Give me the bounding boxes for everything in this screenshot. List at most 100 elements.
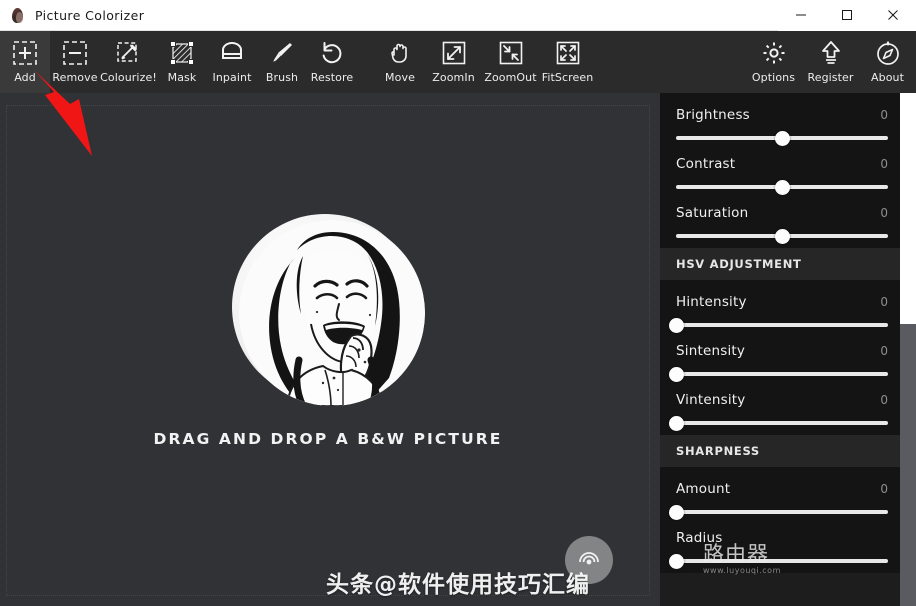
toolbar-label-brush: Brush [265,71,299,84]
toolbar-button-colourize[interactable]: Colourize! [100,31,157,93]
toolbar-right-group: Options Register About [745,31,916,93]
slider-saturation-label: Saturation [676,205,749,221]
sidebar-scrollbar-thumb[interactable] [900,93,916,324]
close-button[interactable] [870,0,916,31]
image-canvas-area[interactable]: DRAG AND DROP A B&W PICTURE [0,93,660,606]
slider-contrast-track[interactable] [676,179,888,195]
slider-vintensity[interactable]: Vintensity 0 [660,380,916,431]
slider-vintensity-head: Vintensity 0 [676,392,888,408]
toolbar-label-register: Register [807,71,854,84]
maximize-icon [842,10,852,20]
window-title: Picture Colorizer [35,7,145,23]
picture-colorizer-window: Picture Colorizer Add Remove Colourize! … [0,0,916,606]
slider-brightness[interactable]: Brightness 0 [660,95,916,146]
minimize-button[interactable] [778,0,824,31]
toolbar-button-move[interactable]: Move [375,31,425,93]
toolbar-label-fitscreen: FitScreen [541,71,594,84]
slider-amount-thumb[interactable] [668,504,684,520]
slider-saturation-track[interactable] [676,228,888,244]
section-header-hsv: HSV ADJUSTMENT [660,248,916,280]
toolbar-label-colourize: Colourize! [100,71,157,84]
toolbar-left-group: Add Remove Colourize! Mask Inpaint Brush… [0,31,596,93]
hand-move-icon [385,38,415,68]
slider-saturation-thumb[interactable] [774,228,790,244]
toolbar-label-move: Move [385,71,415,84]
slider-brightness-track[interactable] [676,130,888,146]
toolbar-button-mask[interactable]: Mask [157,31,207,93]
slider-brightness-value: 0 [880,108,888,122]
brush-icon [267,38,297,68]
slider-vintensity-value: 0 [880,393,888,407]
toolbar-button-brush[interactable]: Brush [257,31,307,93]
slider-saturation-head: Saturation 0 [676,205,888,221]
gear-icon [759,38,789,68]
toolbar-button-fitscreen[interactable]: FitScreen [539,31,596,93]
slider-sintensity-label: Sintensity [676,343,746,359]
slider-brightness-thumb[interactable] [774,130,790,146]
title-bar-left: Picture Colorizer [0,6,778,24]
slider-sintensity-head: Sintensity 0 [676,343,888,359]
zoom-in-icon [439,38,469,68]
toolbar-label-options: Options [751,71,796,84]
slider-contrast-head: Contrast 0 [676,156,888,172]
sharpness-block: Amount 0 Radius [660,467,916,573]
drop-zone[interactable]: DRAG AND DROP A B&W PICTURE [6,105,650,596]
slider-amount-value: 0 [880,482,888,496]
slider-sintensity[interactable]: Sintensity 0 [660,331,916,382]
watermark-logo-text: 路由器 [703,542,769,566]
toolbar-label-about: About [870,71,905,84]
slider-sintensity-thumb[interactable] [668,366,684,382]
window-controls [778,0,916,31]
toolbar-label-add: Add [14,71,36,84]
slider-vintensity-track[interactable] [668,415,888,431]
toolbar-button-restore[interactable]: Restore [307,31,357,93]
toolbar-button-about[interactable]: About [859,31,916,93]
toolbar-label-remove: Remove [52,71,98,84]
drop-zone-caption: DRAG AND DROP A B&W PICTURE [153,429,503,448]
adjustments-sidebar: Brightness 0 Contrast 0 Saturation 0 HSV… [660,93,916,606]
slider-vintensity-thumb[interactable] [668,415,684,431]
slider-saturation-value: 0 [880,206,888,220]
slider-contrast-label: Contrast [676,156,736,172]
toolbar-label-zoomout: ZoomOut [484,71,537,84]
hsv-adjustments-block: Hintensity 0 Sintensity 0 Vintensity 0 [660,280,916,435]
sidebar-scrollbar[interactable] [900,93,916,606]
slider-sintensity-value: 0 [880,344,888,358]
toolbar-button-inpaint[interactable]: Inpaint [207,31,257,93]
fit-screen-icon [553,38,583,68]
inpaint-bandage-icon [217,38,247,68]
add-dashed-plus-icon [10,38,40,68]
minimize-icon [796,14,806,16]
slider-brightness-head: Brightness 0 [676,107,888,123]
slider-hintensity-label: Hintensity [676,294,747,310]
slider-contrast[interactable]: Contrast 0 [660,144,916,195]
slider-sintensity-track[interactable] [668,366,888,382]
toolbar-button-register[interactable]: Register [802,31,859,93]
toolbar-button-options[interactable]: Options [745,31,802,93]
slider-hintensity[interactable]: Hintensity 0 [660,282,916,333]
zoom-out-icon [496,38,526,68]
toolbar-button-zoomout[interactable]: ZoomOut [482,31,539,93]
slider-radius[interactable]: Radius [660,518,916,569]
restore-undo-arrow-icon [317,38,347,68]
maximize-button[interactable] [824,0,870,31]
slider-hintensity-track[interactable] [668,317,888,333]
slider-contrast-thumb[interactable] [774,179,790,195]
main-toolbar: Add Remove Colourize! Mask Inpaint Brush… [0,31,916,93]
slider-brightness-label: Brightness [676,107,750,123]
toolbar-button-zoomin[interactable]: ZoomIn [425,31,482,93]
slider-amount-track[interactable] [668,504,888,520]
circular-bw-portrait-illustration [239,219,425,406]
section-header-sharpness: SHARPNESS [660,435,916,467]
eyedropper-dashed-icon [114,38,144,68]
slider-hintensity-head: Hintensity 0 [676,294,888,310]
toolbar-button-remove[interactable]: Remove [50,31,100,93]
slider-saturation[interactable]: Saturation 0 [660,193,916,244]
watermark-main-text: 头条@软件使用技巧汇编 [326,572,590,598]
slider-vintensity-label: Vintensity [676,392,746,408]
toolbar-button-add[interactable]: Add [0,31,50,93]
slider-amount[interactable]: Amount 0 [660,469,916,520]
mask-hatched-square-icon [167,38,197,68]
slider-hintensity-thumb[interactable] [668,317,684,333]
title-bar: Picture Colorizer [0,0,916,31]
